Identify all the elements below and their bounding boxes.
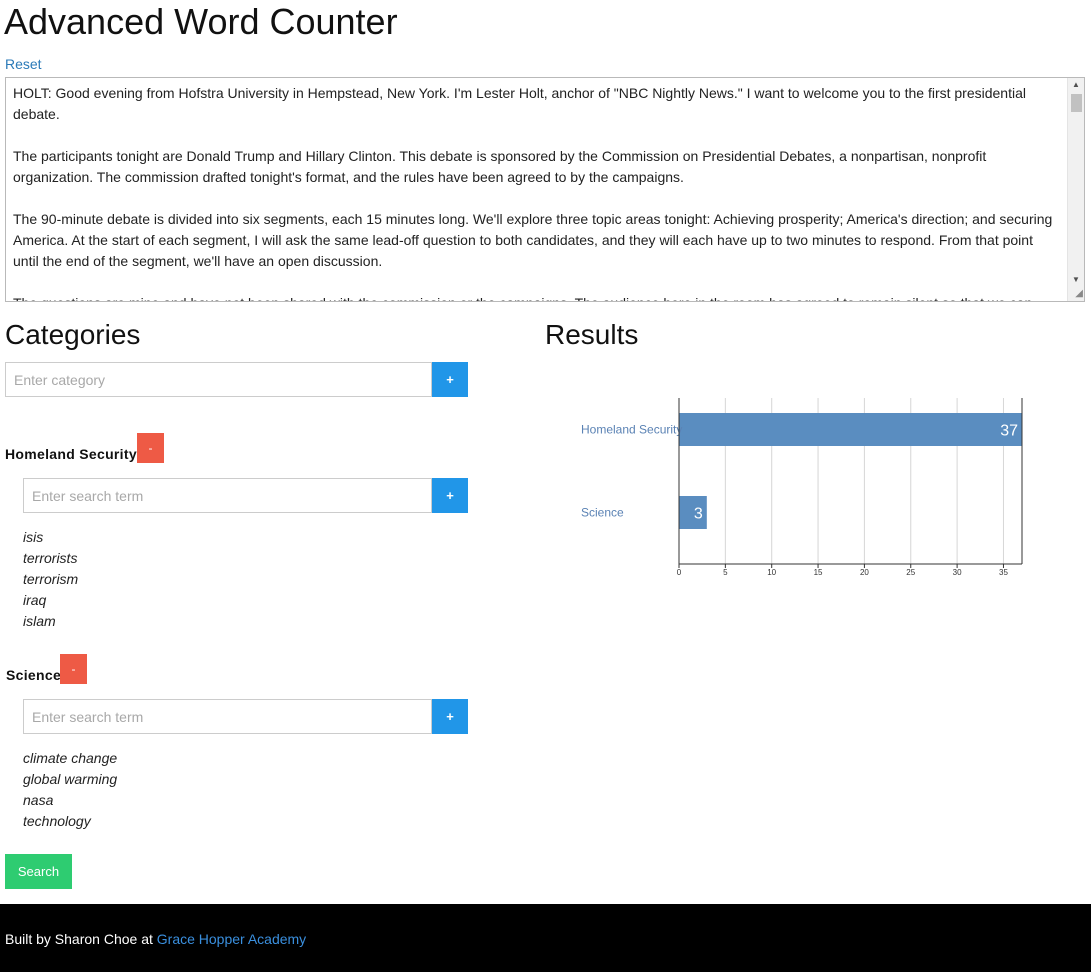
resize-grip-icon[interactable]: ◢ [1069, 288, 1083, 300]
textarea-scrollbar[interactable]: ▲ ▼ [1067, 78, 1084, 301]
category-name: Homeland Security [5, 446, 137, 462]
search-term-row: + [23, 699, 468, 734]
remove-category-button[interactable]: - [137, 433, 164, 463]
bar-value-label: 37 [1000, 423, 1018, 440]
search-term-list: isis terrorists terrorism iraq islam [23, 527, 78, 632]
category-name: Science [6, 667, 62, 683]
x-tick-label: 10 [767, 568, 776, 577]
x-tick-label: 0 [677, 568, 682, 577]
search-term-list: climate change global warming nasa techn… [23, 748, 117, 832]
search-term: terrorists [23, 550, 78, 566]
x-tick-label: 5 [723, 568, 728, 577]
x-tick-label: 15 [814, 568, 823, 577]
transcript-textarea[interactable]: HOLT: Good evening from Hofstra Universi… [5, 77, 1085, 302]
page-title: Advanced Word Counter [4, 1, 398, 42]
add-category-button[interactable]: + [432, 362, 468, 397]
search-term: nasa [23, 792, 54, 808]
search-term: islam [23, 613, 56, 629]
reset-link[interactable]: Reset [5, 55, 42, 73]
transcript-text[interactable]: HOLT: Good evening from Hofstra Universi… [6, 78, 1067, 301]
x-tick-label: 20 [860, 568, 869, 577]
results-bar-chart: 0 5 10 15 20 25 30 35 37 Homeland Security 3 Scienc… [581, 398, 1023, 577]
add-search-term-button[interactable]: + [432, 699, 468, 734]
category-input[interactable] [5, 362, 432, 397]
x-tick-label: 25 [906, 568, 915, 577]
y-category-label: Homeland Security [581, 423, 682, 437]
bar-value-label: 3 [694, 506, 703, 523]
search-term-input[interactable] [23, 699, 432, 734]
footer-prefix: Built by Sharon Choe at [5, 931, 157, 947]
footer-credit: Built by Sharon Choe at Grace Hopper Aca… [5, 930, 306, 948]
remove-category-button[interactable]: - [60, 654, 87, 684]
search-term-row: + [23, 478, 468, 513]
y-category-label: Science [581, 506, 624, 520]
new-category-row: + [5, 362, 468, 397]
search-term: iraq [23, 592, 47, 608]
search-term-input[interactable] [23, 478, 432, 513]
x-tick-label: 35 [999, 568, 1008, 577]
search-button[interactable]: Search [5, 854, 72, 889]
categories-heading: Categories [5, 319, 141, 350]
scrollbar-thumb[interactable] [1071, 94, 1082, 112]
x-tick-label: 30 [953, 568, 962, 577]
search-term: global warming [23, 771, 118, 787]
scroll-down-arrow-icon[interactable]: ▼ [1068, 273, 1084, 287]
transcript-paragraph: The 90-minute debate is divided into six… [13, 211, 1053, 269]
transcript-paragraph: HOLT: Good evening from Hofstra Universi… [13, 85, 1026, 122]
transcript-paragraph: The participants tonight are Donald Trum… [13, 148, 987, 185]
results-heading: Results [545, 319, 639, 350]
transcript-paragraph: The questions are mine and have not been… [13, 293, 1060, 301]
scroll-up-arrow-icon[interactable]: ▲ [1068, 78, 1084, 92]
footer-link[interactable]: Grace Hopper Academy [157, 931, 306, 947]
search-term: technology [23, 813, 91, 829]
add-search-term-button[interactable]: + [432, 478, 468, 513]
search-term: climate change [23, 750, 118, 766]
chart-bar [679, 413, 1022, 446]
footer: Built by Sharon Choe at Grace Hopper Aca… [0, 904, 1091, 972]
search-term: terrorism [23, 571, 79, 587]
search-term: isis [23, 529, 44, 545]
